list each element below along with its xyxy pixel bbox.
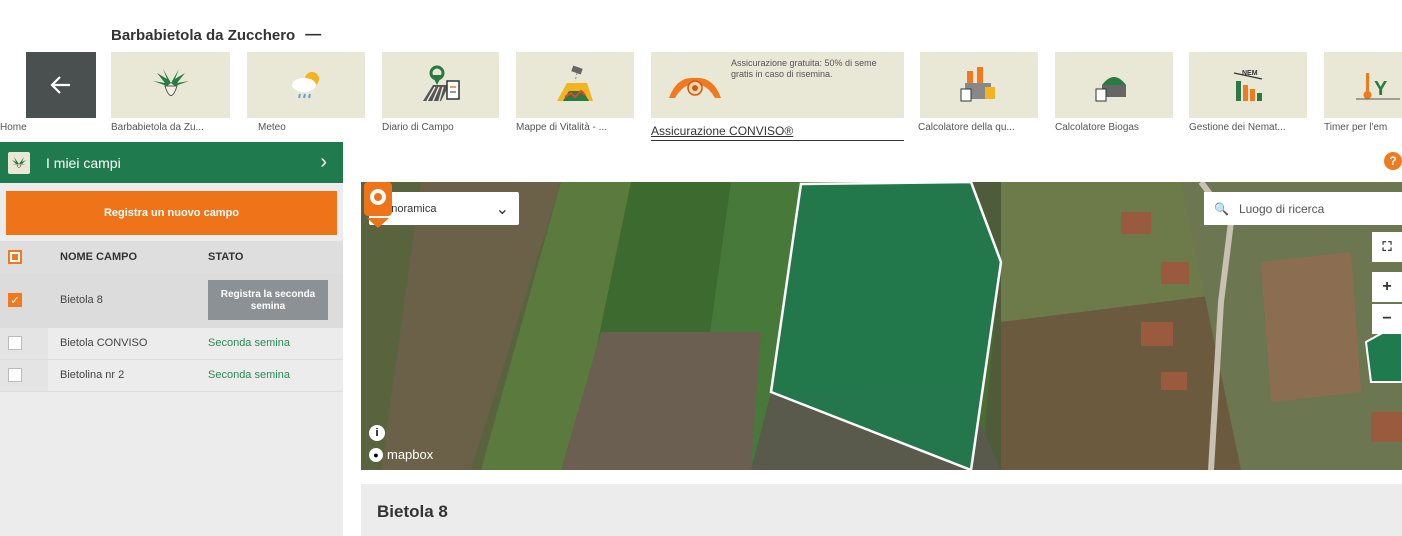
biogas-tile[interactable] xyxy=(1055,52,1173,118)
map-imagery xyxy=(361,182,1402,470)
satellite-map[interactable]: panoramica ⌄ 🔍 Luogo di ricerca ⛶ + − i … xyxy=(361,182,1402,470)
factory-calculator-tile[interactable] xyxy=(920,52,1038,118)
chevron-down-icon: ⌄ xyxy=(495,200,509,218)
collapse-icon[interactable]: — xyxy=(305,26,321,44)
zoom-out-button[interactable]: − xyxy=(1372,304,1402,334)
sugar-beet-icon xyxy=(8,151,30,174)
zoom-in-button[interactable]: + xyxy=(1372,272,1402,302)
weather-icon xyxy=(292,72,319,99)
sugar-beet-tile[interactable] xyxy=(111,52,230,118)
search-placeholder: Luogo di ricerca xyxy=(1238,201,1325,216)
column-header-status[interactable]: STATO xyxy=(196,241,343,274)
row-select-cell xyxy=(0,359,48,392)
tile-label-nematodes: Gestione dei Nemat... xyxy=(1189,122,1286,133)
field-status-cell: Registra la seconda semina xyxy=(196,273,343,328)
field-detail-panel: Bietola 8 xyxy=(361,484,1402,536)
field-pin-icon[interactable] xyxy=(361,182,395,228)
search-icon: 🔍 xyxy=(1214,201,1229,216)
table-header-row: NOME CAMPO STATO xyxy=(0,241,343,274)
tile-label-timer: Timer per l'em xyxy=(1324,122,1388,133)
table-row[interactable]: ✓ Bietola 8 Registra la seconda semina xyxy=(0,273,343,328)
sugar-beet-icon xyxy=(152,69,189,96)
my-fields-label: I miei campi xyxy=(46,154,121,171)
vitality-map-icon xyxy=(557,65,593,101)
home-tile[interactable] xyxy=(26,52,96,118)
register-field-button[interactable]: Registra un nuovo campo xyxy=(6,191,337,235)
svg-text:Y: Y xyxy=(1374,78,1388,100)
field-name: Bietola CONVISO xyxy=(48,327,196,360)
my-fields-header[interactable]: I miei campi › xyxy=(0,142,343,183)
factory-calculator-icon xyxy=(960,67,995,102)
field-diary-icon xyxy=(422,65,460,102)
vitality-map-tile[interactable] xyxy=(516,52,634,118)
insurance-icon xyxy=(669,77,721,98)
map-search-input[interactable]: 🔍 Luogo di ricerca xyxy=(1204,192,1402,225)
nematode-tile[interactable]: NEM xyxy=(1189,52,1307,118)
insurance-underline xyxy=(651,140,904,141)
fields-table: NOME CAMPO STATO ✓ Bietola 8 Registra la… xyxy=(0,241,343,392)
tile-label-meteo: Meteo xyxy=(258,122,286,133)
app-title-text: Barbabietola da Zucchero xyxy=(111,26,296,44)
insurance-text: Assicurazione gratuita: 50% di seme grat… xyxy=(731,58,877,79)
mapbox-logo[interactable]: ● mapbox xyxy=(369,447,433,462)
tile-label-vitality: Mappe di Vitalità - ... xyxy=(516,122,607,133)
column-header-name[interactable]: NOME CAMPO xyxy=(48,241,196,274)
insurance-tile[interactable]: Assicurazione gratuita: 50% di seme grat… xyxy=(651,52,904,118)
field-diary-tile[interactable] xyxy=(382,52,499,118)
row-select-cell: ✓ xyxy=(0,273,48,328)
nematode-icon: NEM xyxy=(1233,70,1263,101)
table-row[interactable]: Bietolina nr 2 Seconda semina xyxy=(0,359,343,392)
tile-label-home: Home xyxy=(0,122,27,133)
field-name: Bietola 8 xyxy=(48,273,196,328)
fields-sidebar: I miei campi › Registra un nuovo campo N… xyxy=(0,142,343,536)
tile-label-diary: Diario di Campo xyxy=(382,122,454,133)
register-second-sowing-button[interactable]: Registra la seconda semina xyxy=(208,280,328,320)
info-icon[interactable]: i xyxy=(369,425,385,441)
app-title: Barbabietola da Zucchero — xyxy=(111,26,321,44)
mapbox-text: mapbox xyxy=(387,447,434,462)
back-arrow-icon xyxy=(50,76,70,94)
timer-tile[interactable]: Y xyxy=(1324,52,1402,118)
map-attribution: i ● mapbox xyxy=(369,425,433,462)
tile-label-quality: Calcolatore della qu... xyxy=(918,122,1015,133)
field-status[interactable]: Seconda semina xyxy=(196,359,343,392)
tool-tiles: Home Barbabietola da Zu... Meteo Diario … xyxy=(0,52,1402,148)
help-icon[interactable]: ? xyxy=(1384,152,1402,170)
tile-label-beet: Barbabietola da Zu... xyxy=(111,122,204,133)
table-row[interactable]: Bietola CONVISO Seconda semina xyxy=(0,327,343,360)
row-checkbox[interactable] xyxy=(8,368,22,382)
timer-icon: Y xyxy=(1356,73,1400,100)
mapbox-logo-icon: ● xyxy=(369,447,383,462)
row-checkbox[interactable] xyxy=(8,336,22,350)
row-checkbox[interactable]: ✓ xyxy=(8,293,22,307)
field-name: Bietolina nr 2 xyxy=(48,359,196,392)
tile-label-biogas: Calcolatore Biogas xyxy=(1055,122,1139,133)
fullscreen-icon[interactable]: ⛶ xyxy=(1372,232,1402,262)
weather-tile[interactable] xyxy=(247,52,365,118)
chevron-right-icon: › xyxy=(320,151,327,173)
field-detail-title: Bietola 8 xyxy=(377,502,448,521)
select-all-cell xyxy=(0,241,48,274)
row-select-cell xyxy=(0,327,48,360)
field-status[interactable]: Seconda semina xyxy=(196,327,343,360)
tile-label-insurance[interactable]: Assicurazione CONVISO® xyxy=(651,124,793,138)
select-all-checkbox[interactable] xyxy=(8,249,22,264)
biogas-icon xyxy=(1095,77,1126,102)
